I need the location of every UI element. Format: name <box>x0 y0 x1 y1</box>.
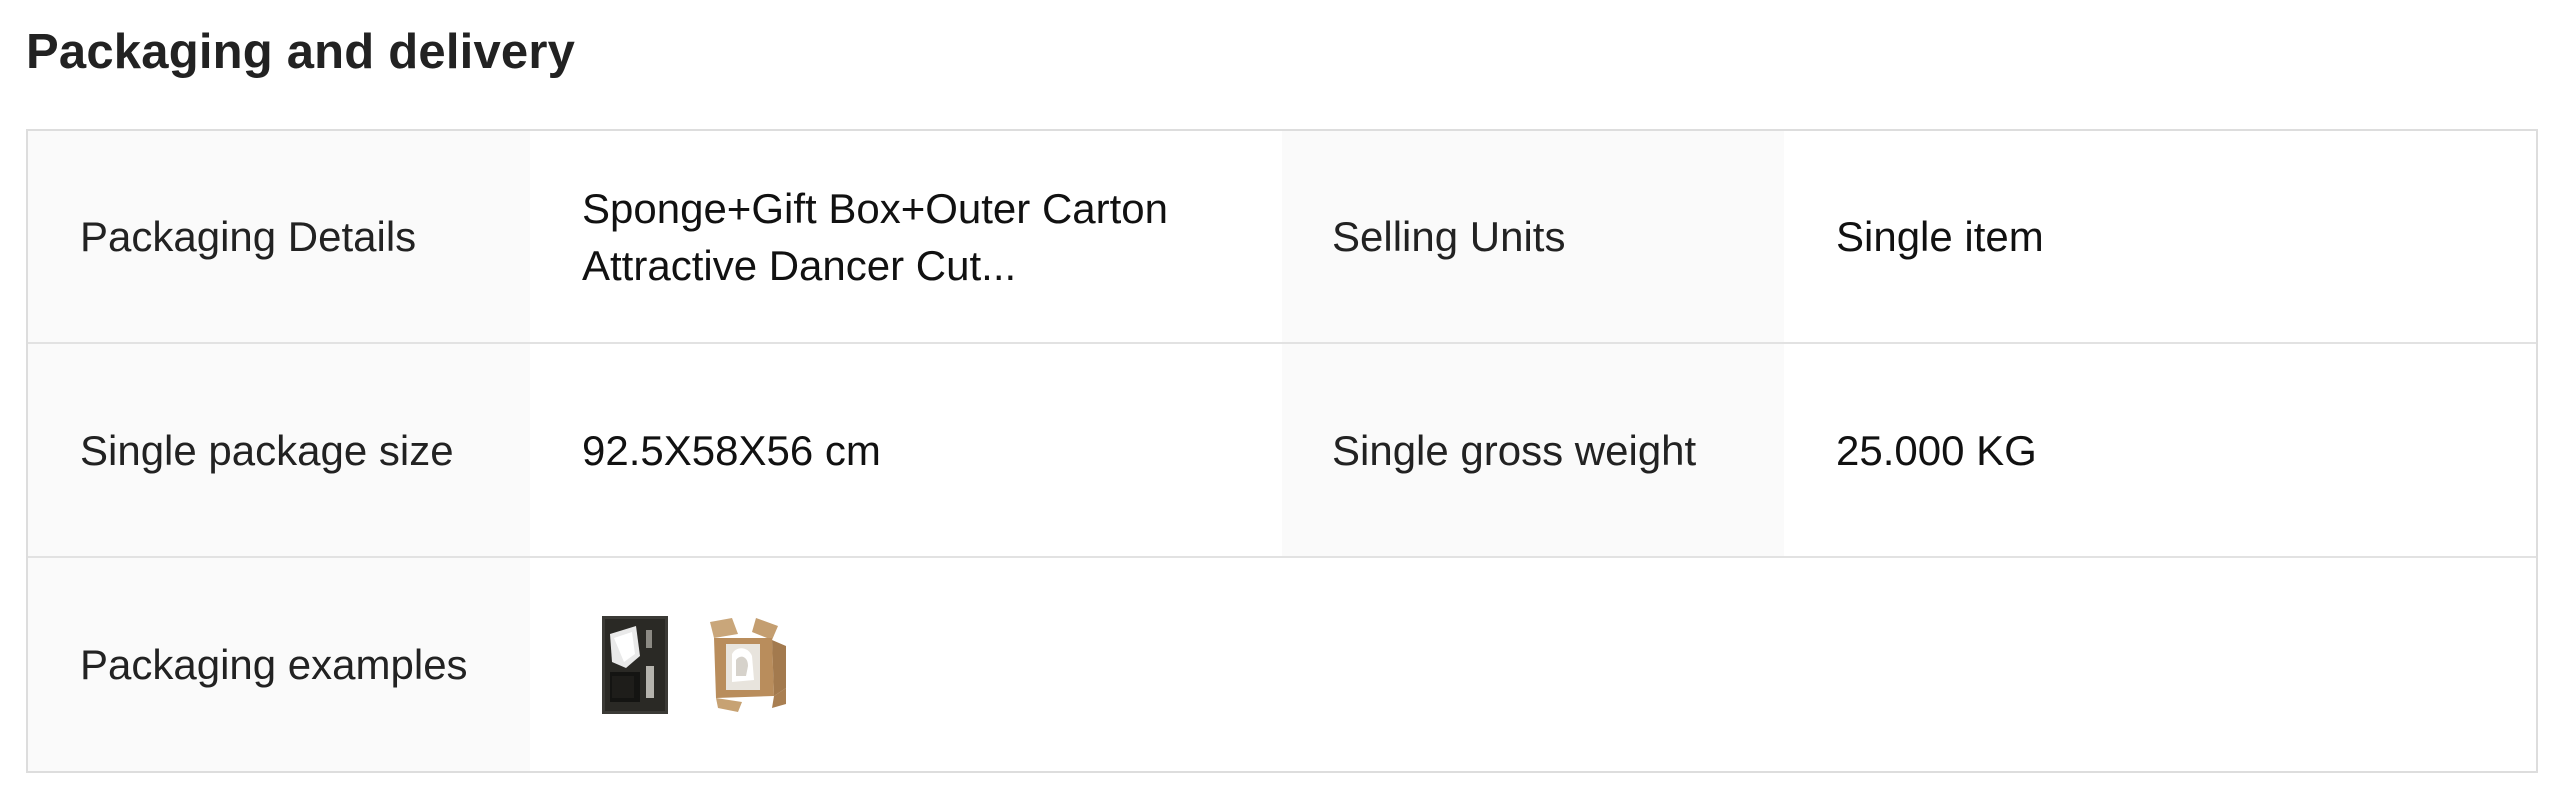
foam-insert-package-thumbnail-icon[interactable] <box>602 615 668 714</box>
table-row: Single package size 92.5X58X56 cm Single… <box>28 344 2536 558</box>
gross-weight-value: 25.000 KG <box>1784 344 2536 556</box>
table-row: Packaging examples <box>28 558 2536 771</box>
gross-weight-label-text: Single gross weight <box>1332 426 1697 474</box>
selling-units-label: Selling Units <box>1282 131 1784 342</box>
packaging-thumbnails <box>530 615 788 714</box>
packaging-examples-label: Packaging examples <box>28 558 530 771</box>
package-size-value: 92.5X58X56 cm <box>530 344 1282 556</box>
table-row: Packaging Details Sponge+Gift Box+Outer … <box>28 131 2536 344</box>
packaging-details-label: Packaging Details <box>28 131 530 342</box>
package-size-label-text: Single package size <box>80 426 454 474</box>
packaging-details-text: Sponge+Gift Box+Outer Carton Attractive … <box>582 184 1169 289</box>
packaging-spec-table: Packaging Details Sponge+Gift Box+Outer … <box>26 129 2538 773</box>
gross-weight-label: Single gross weight <box>1282 344 1784 556</box>
section-title: Packaging and delivery <box>26 25 576 79</box>
packaging-examples-value <box>530 558 2536 771</box>
package-size-label: Single package size <box>28 344 530 556</box>
carton-box-package-thumbnail-icon[interactable] <box>708 616 788 714</box>
packaging-delivery-section: Packaging and delivery Packaging Details… <box>0 0 2560 788</box>
selling-units-value: Single item <box>1784 131 2536 342</box>
packaging-details-value[interactable]: Sponge+Gift Box+Outer Carton Attractive … <box>530 131 1282 342</box>
packaging-examples-label-text: Packaging examples <box>80 641 468 688</box>
